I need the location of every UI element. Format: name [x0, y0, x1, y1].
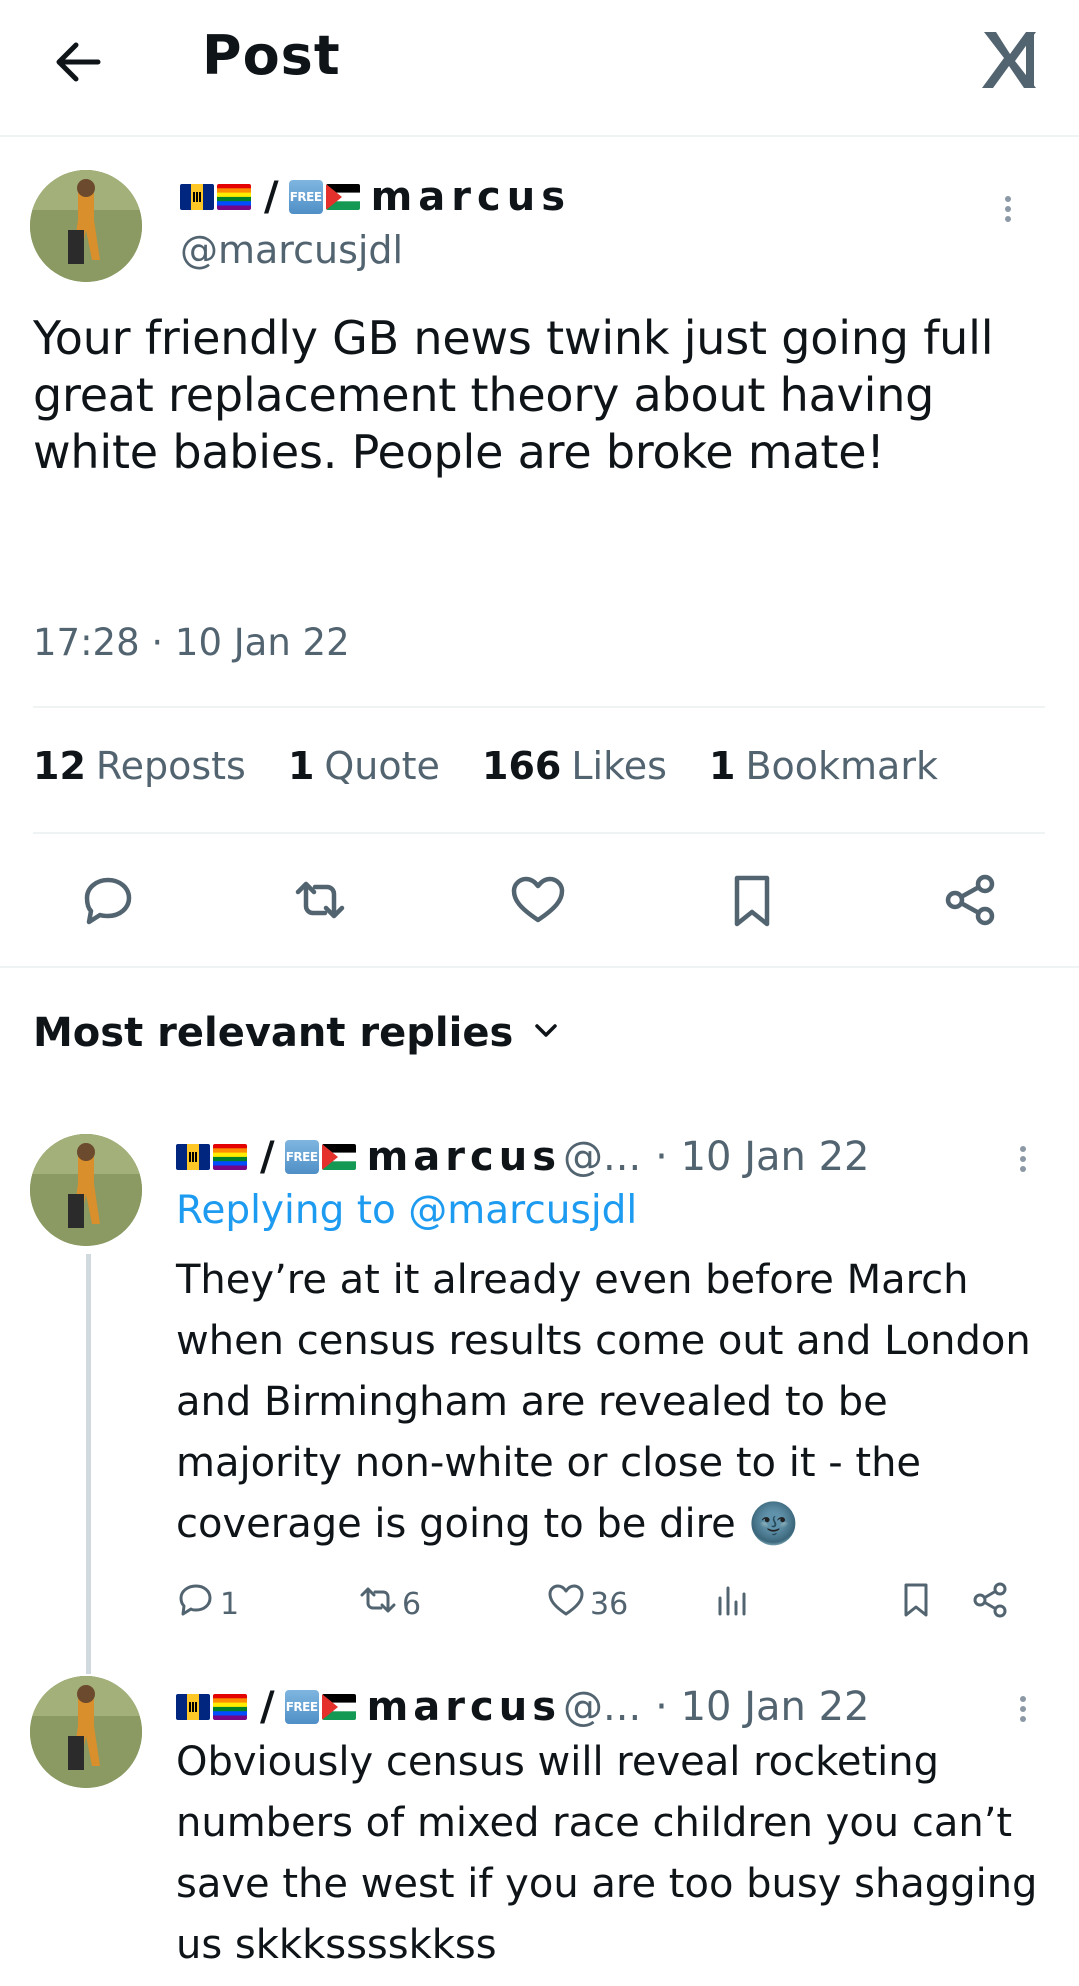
like-icon[interactable]	[508, 870, 568, 930]
pride-flag-icon	[213, 1694, 247, 1720]
repost-count[interactable]: 6	[358, 1580, 421, 1628]
barbados-flag-icon	[180, 184, 214, 210]
likes-stat[interactable]: 166 Likes	[482, 744, 667, 788]
quotes-stat[interactable]: 1 Quote	[288, 744, 440, 788]
reply-author-row[interactable]: / FREE marcus @... · 10 Jan 22	[176, 1134, 870, 1180]
post-stats: 12 Reposts 1 Quote 166 Likes 1 Bookmark	[33, 744, 968, 788]
reply-icon[interactable]	[78, 870, 138, 930]
palestine-flag-icon	[321, 1144, 356, 1170]
reply-text: They’re at it already even before March …	[176, 1257, 1031, 1547]
section-title: Most relevant replies	[33, 1010, 514, 1056]
author-handle: @...	[563, 1684, 642, 1730]
palestine-flag-icon	[321, 1694, 356, 1720]
reply-icon	[176, 1580, 216, 1628]
like-icon	[546, 1580, 586, 1628]
reply-count[interactable]: 1	[176, 1580, 239, 1628]
x-logo-icon[interactable]	[980, 26, 1040, 90]
display-name: marcus	[370, 174, 572, 220]
bookmark-icon[interactable]	[896, 1580, 936, 1620]
chevron-down-icon	[531, 1010, 561, 1056]
pride-flag-icon	[217, 184, 251, 210]
barbados-flag-icon	[176, 1144, 210, 1170]
palestine-flag-icon	[325, 184, 360, 210]
divider	[0, 966, 1079, 968]
free-badge-icon: FREE	[284, 1140, 319, 1174]
more-options-icon[interactable]	[1003, 192, 1013, 226]
bookmark-icon[interactable]	[722, 870, 782, 930]
repost-icon[interactable]	[290, 870, 350, 930]
avatar[interactable]	[30, 1676, 142, 1788]
author-handle[interactable]: @marcusjdl	[180, 228, 403, 272]
pride-flag-icon	[213, 1144, 247, 1170]
reply-date: · 10 Jan 22	[655, 1134, 870, 1180]
reply-date: · 10 Jan 22	[655, 1684, 870, 1730]
reply-text: Obviously census will reveal rocketing n…	[176, 1739, 1038, 1968]
replying-to-handle[interactable]: @marcusjdl	[408, 1188, 637, 1233]
author-handle: @...	[563, 1134, 642, 1180]
post-timestamp[interactable]: 17:28 · 10 Jan 22	[33, 621, 350, 664]
top-bar: Post	[0, 0, 1079, 137]
free-badge-icon: FREE	[288, 180, 323, 214]
share-icon[interactable]	[970, 1580, 1010, 1620]
thread-line	[86, 1254, 91, 1674]
post-text: Your friendly GB news twink just going f…	[33, 311, 994, 479]
divider	[33, 706, 1045, 708]
display-name: marcus	[366, 1684, 562, 1730]
barbados-flag-icon	[176, 1694, 210, 1720]
page-title: Post	[202, 24, 341, 87]
display-name: marcus	[366, 1134, 562, 1180]
reply-author-row[interactable]: / FREE marcus @... · 10 Jan 22	[176, 1684, 870, 1730]
more-options-icon[interactable]	[1018, 1142, 1028, 1176]
free-badge-icon: FREE	[284, 1690, 319, 1724]
reposts-stat[interactable]: 12 Reposts	[33, 744, 246, 788]
replying-to: Replying to @marcusjdl	[176, 1188, 638, 1233]
avatar[interactable]	[30, 1134, 142, 1246]
avatar[interactable]	[30, 170, 142, 282]
author-name-row[interactable]: / FREE marcus	[180, 174, 571, 220]
replies-sort-dropdown[interactable]: Most relevant replies	[33, 1010, 561, 1056]
like-count[interactable]: 36	[546, 1580, 628, 1628]
views-icon[interactable]	[712, 1580, 752, 1620]
share-icon[interactable]	[940, 870, 1000, 930]
bookmarks-stat[interactable]: 1 Bookmark	[709, 744, 938, 788]
arrow-left-icon[interactable]	[48, 32, 108, 92]
divider	[33, 832, 1045, 834]
more-options-icon[interactable]	[1018, 1692, 1028, 1726]
repost-icon	[358, 1580, 398, 1628]
